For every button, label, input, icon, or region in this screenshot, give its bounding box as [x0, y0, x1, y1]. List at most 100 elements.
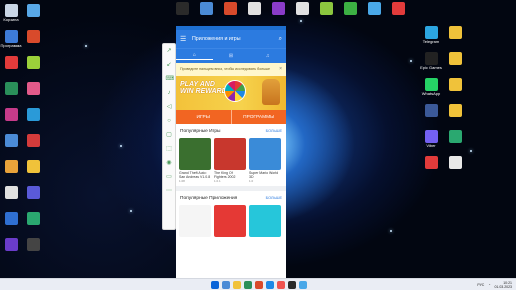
desktop-icon[interactable]: [16, 212, 50, 226]
app-icon: [424, 26, 438, 39]
search-icon[interactable]: ⌕: [279, 36, 282, 43]
recent-icon[interactable]: ▢: [166, 132, 173, 139]
app-icon: [448, 52, 462, 65]
game-card[interactable]: The King Of Fighters 2002 Unique1.0.1: [214, 138, 246, 183]
app-icon: [26, 56, 40, 69]
star: [390, 230, 392, 232]
game-thumbnail: [179, 138, 211, 170]
app-thumbnail: [179, 205, 211, 237]
home-icon[interactable]: ○: [166, 118, 173, 125]
game-thumbnail: [214, 138, 246, 170]
desktop-icon[interactable]: [438, 156, 472, 170]
tab-2[interactable]: ♫: [249, 53, 286, 59]
taskbar-app-icon[interactable]: [222, 280, 230, 289]
desktop-icon[interactable]: [438, 26, 472, 40]
taskbar-app-icon[interactable]: [244, 280, 252, 289]
taskbar-app-icon[interactable]: [288, 280, 296, 289]
game-card[interactable]: Grand Theft Auto: San Andreas V1.0.8 1.08: [179, 138, 211, 183]
screenshot-icon[interactable]: ⬚: [166, 146, 173, 153]
app-icon: [424, 52, 438, 65]
desktop-icon[interactable]: [16, 160, 50, 174]
desktop-icon[interactable]: [16, 134, 50, 148]
taskbar-app-icon[interactable]: [277, 280, 285, 289]
app-icon: [26, 108, 40, 121]
more-games-link[interactable]: БОЛЬШЕ: [266, 129, 282, 133]
app-thumbnail: [249, 205, 281, 237]
taskbar-app-icon[interactable]: [255, 280, 263, 289]
rewards-banner[interactable]: PLAY AND WIN REWARDS: [176, 76, 286, 110]
expand-icon[interactable]: ↗: [166, 48, 173, 55]
app-icon: [175, 2, 189, 15]
desktop-icon[interactable]: [16, 108, 50, 122]
desktop-icon[interactable]: [438, 52, 472, 66]
system-tray: РУС ◔ 10:21 01.03.2023: [477, 281, 512, 289]
segment-games-button[interactable]: ИГРЫ: [176, 110, 231, 124]
language-indicator[interactable]: РУС: [477, 283, 484, 287]
desktop-icon[interactable]: [438, 78, 472, 92]
game-card[interactable]: Super Mario World 3D 1.0: [249, 138, 281, 183]
app-header: ☰ Приложения и игры ⌕: [176, 30, 286, 48]
desktop-icon-label: Epic Games: [420, 65, 442, 70]
app-icon: [424, 130, 438, 143]
taskbar-app-icon[interactable]: [299, 280, 307, 289]
start-icon[interactable]: [211, 280, 219, 289]
hamburger-menu-icon[interactable]: ☰: [180, 35, 189, 43]
camera-icon[interactable]: ◉: [166, 160, 173, 167]
star: [85, 45, 87, 47]
app-icon: [26, 238, 40, 251]
desktop-icon[interactable]: [16, 30, 50, 44]
popular-apps-header: Популярные Приложения БОЛЬШЕ: [176, 191, 286, 205]
emulator-side-toolbar: ↗ ↙ ⌨ ♪ ◁ ○ ▢ ⬚ ◉ ▭ ⋯: [162, 43, 176, 230]
app-icon: [26, 160, 40, 173]
volume-icon[interactable]: ♪: [166, 90, 173, 97]
app-icon: [26, 82, 40, 95]
app-icon: [247, 2, 261, 15]
app-icon: [26, 186, 40, 199]
game-version: 1.0: [249, 179, 254, 183]
app-icon: [448, 130, 462, 143]
desktop-icon[interactable]: [16, 56, 50, 70]
app-icon: [424, 78, 438, 91]
star: [410, 60, 412, 62]
desktop-icon[interactable]: [438, 104, 472, 118]
game-thumbnail: [249, 138, 281, 170]
more-icon[interactable]: ⋯: [166, 188, 173, 195]
popular-apps-list: [176, 205, 286, 237]
app-card[interactable]: [214, 205, 246, 237]
app-thumbnail: [214, 205, 246, 237]
desktop-icon[interactable]: [16, 238, 50, 252]
segment-apps-button[interactable]: ПРОГРАММЫ: [230, 110, 286, 124]
clock[interactable]: 10:21 01.03.2023: [494, 281, 512, 289]
folder-icon[interactable]: ▭: [166, 174, 173, 181]
game-name: Grand Theft Auto: San Andreas V1.0.8: [179, 171, 211, 179]
app-icon: [26, 30, 40, 43]
tab-0[interactable]: ⌂: [176, 52, 213, 60]
back-icon[interactable]: ◁: [166, 104, 173, 111]
tab-1[interactable]: ⊞: [213, 53, 250, 59]
taskbar-app-icon[interactable]: [233, 280, 241, 289]
star: [120, 145, 122, 147]
collapse-icon[interactable]: ↙: [166, 62, 173, 69]
desktop-icon[interactable]: [16, 186, 50, 200]
app-icon: [448, 78, 462, 91]
desktop-icon[interactable]: [438, 130, 472, 144]
wifi-icon[interactable]: ◔: [488, 283, 490, 287]
clock-date: 01.03.2023: [494, 284, 512, 289]
desktop-icon[interactable]: [381, 2, 415, 16]
swipe-notice: Проведите пальцем вниз, чтобы исследоват…: [176, 63, 286, 76]
desktop-icon-label: Telegram: [422, 39, 440, 44]
taskbar-app-icon[interactable]: [266, 280, 274, 289]
desktop-icon[interactable]: [16, 4, 50, 18]
app-icon: [391, 2, 405, 15]
desktop-icon-label: Корзина: [3, 17, 19, 22]
app-card[interactable]: [179, 205, 211, 237]
app-card[interactable]: [249, 205, 281, 237]
taskbar: РУС ◔ 10:21 01.03.2023: [0, 278, 516, 290]
desktop-icon[interactable]: [16, 82, 50, 96]
more-apps-link[interactable]: БОЛЬШЕ: [266, 196, 282, 200]
swipe-notice-text: Проведите пальцем вниз, чтобы исследоват…: [180, 67, 270, 72]
close-icon[interactable]: ×: [279, 67, 282, 73]
keyboard-icon[interactable]: ⌨: [166, 76, 175, 83]
category-tabs: ⌂ ⊞ ♫: [176, 48, 286, 63]
segment-switch: ИГРЫ ПРОГРАММЫ: [176, 110, 286, 124]
